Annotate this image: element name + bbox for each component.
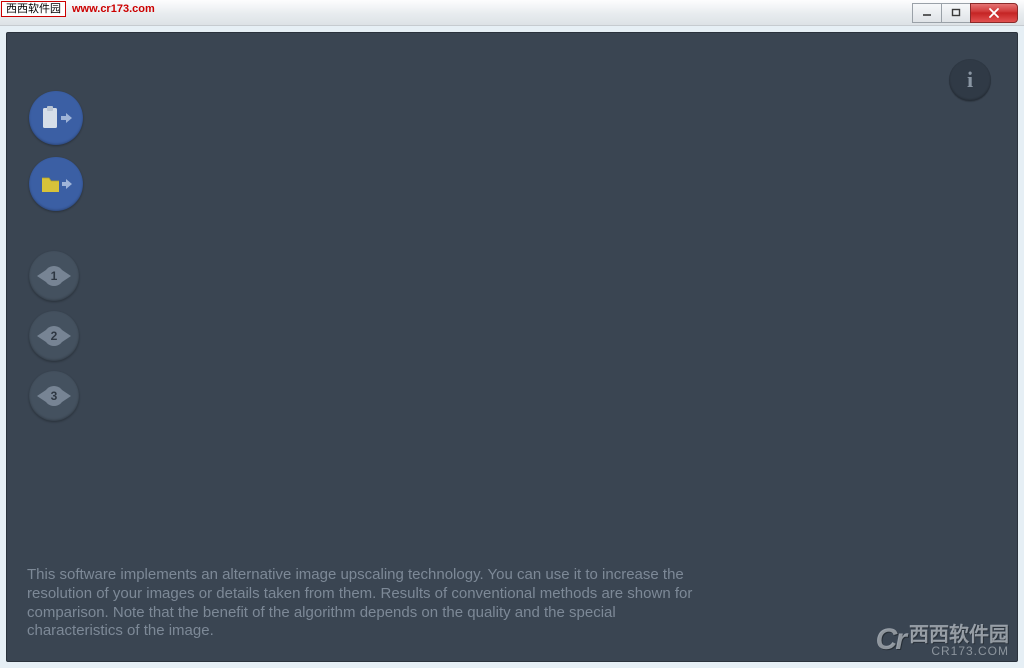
window-titlebar bbox=[0, 0, 1024, 26]
view-number: 1 bbox=[44, 266, 64, 286]
minimize-button[interactable] bbox=[912, 3, 942, 23]
watermark-logo: Cr bbox=[876, 623, 905, 657]
eye-icon: 2 bbox=[36, 326, 72, 346]
close-button[interactable] bbox=[970, 3, 1018, 23]
view-3-button[interactable]: 3 bbox=[29, 371, 79, 421]
minimize-icon bbox=[922, 8, 932, 18]
watermark-line1: 西西软件园 bbox=[909, 625, 1009, 645]
close-icon bbox=[988, 7, 1000, 19]
app-frame: i 1 bbox=[0, 26, 1024, 668]
info-icon: i bbox=[967, 67, 973, 93]
description-text: This software implements an alternative … bbox=[27, 566, 707, 641]
window-controls bbox=[912, 3, 1018, 23]
view-number: 3 bbox=[44, 386, 64, 406]
maximize-icon bbox=[951, 8, 961, 18]
watermark: Cr 西西软件园 CR173.COM bbox=[807, 605, 1017, 661]
clipboard-arrow-icon bbox=[39, 104, 73, 132]
paste-from-clipboard-button[interactable] bbox=[29, 91, 83, 145]
app-panel: i 1 bbox=[6, 32, 1018, 662]
view-1-button[interactable]: 1 bbox=[29, 251, 79, 301]
view-number: 2 bbox=[44, 326, 64, 346]
folder-arrow-icon bbox=[39, 170, 73, 198]
view-2-button[interactable]: 2 bbox=[29, 311, 79, 361]
eye-icon: 1 bbox=[36, 266, 72, 286]
maximize-button[interactable] bbox=[941, 3, 971, 23]
watermark-line2: CR173.COM bbox=[909, 645, 1009, 657]
eye-icon: 3 bbox=[36, 386, 72, 406]
info-button[interactable]: i bbox=[949, 59, 991, 101]
open-from-folder-button[interactable] bbox=[29, 157, 83, 211]
